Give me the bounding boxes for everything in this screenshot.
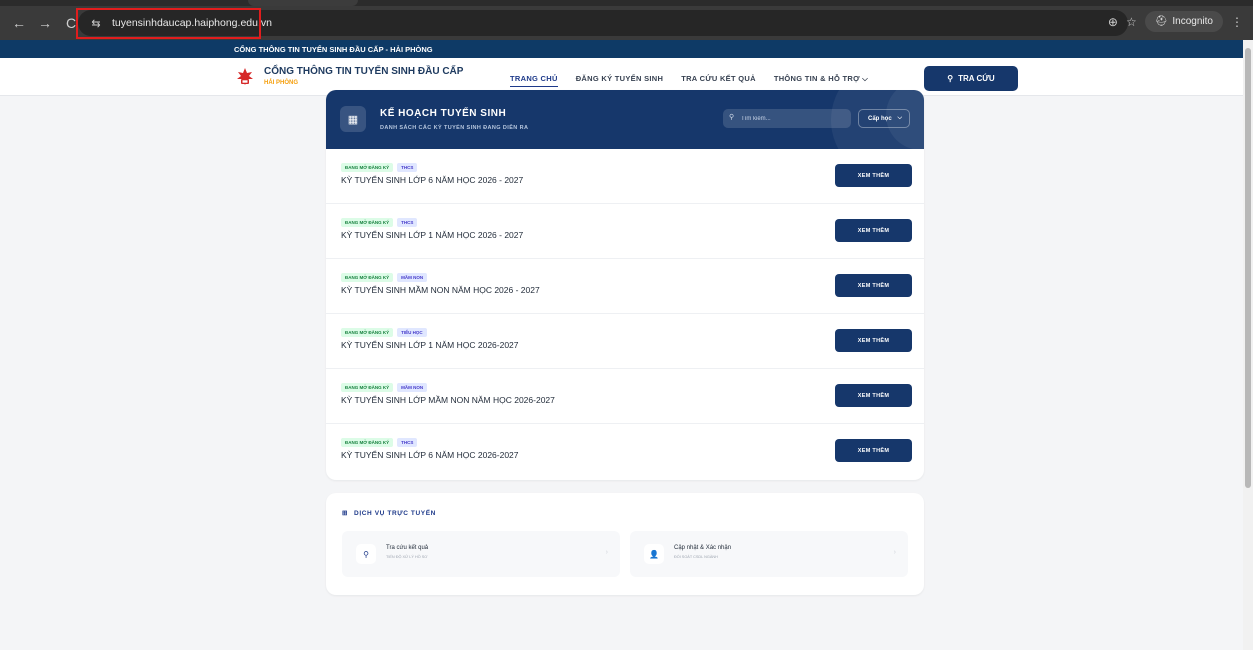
level-badge: THCS: [397, 163, 418, 172]
service-sublabel: TIẾN ĐỘ XỬ LÝ HỒ SƠ: [386, 555, 428, 559]
service-lookup-results[interactable]: ⚲ Tra cứu kết quả TIẾN ĐỘ XỬ LÝ HỒ SƠ ›: [342, 531, 620, 577]
nav-lookup-results[interactable]: TRA CỨU KẾT QUẢ: [681, 74, 756, 87]
main-nav: TRANG CHỦ ĐĂNG KÝ TUYỂN SINH TRA CỨU KẾT…: [510, 74, 868, 87]
services-heading: ⊞ DỊCH VỤ TRỰC TUYẾN: [342, 509, 436, 518]
top-strip-text: CỔNG THÔNG TIN TUYỂN SINH ĐẦU CẤP - HẢI …: [234, 44, 433, 54]
url-highlight-box: [76, 8, 261, 39]
admission-title: KỲ TUYỂN SINH LỚP MẦM NON NĂM HỌC 2026-2…: [341, 395, 555, 405]
browser-actions: ⊕ ☆ ⛑ Incognito ⋮: [1108, 11, 1243, 32]
list-item: ĐANG MỞ ĐĂNG KÝ MẦM NON KỲ TUYỂN SINH LỚP…: [326, 369, 924, 424]
level-select-value: Cấp học: [868, 115, 892, 122]
list-item: ĐANG MỞ ĐĂNG KÝ THCS KỲ TUYỂN SINH LỚP 6 …: [326, 424, 924, 479]
chevron-right-icon: ›: [605, 549, 608, 556]
status-badge: ĐANG MỞ ĐĂNG KÝ: [341, 218, 394, 227]
status-badge: ĐANG MỞ ĐĂNG KÝ: [341, 328, 394, 337]
level-badge: THCS: [397, 438, 418, 447]
status-badge: ĐANG MỞ ĐĂNG KÝ: [341, 383, 394, 392]
admission-title: KỲ TUYỂN SINH LỚP 6 NĂM HỌC 2026 - 2027: [341, 175, 524, 185]
user-add-icon: 👤: [644, 544, 664, 564]
service-label: Cập nhật & Xác nhận: [674, 545, 732, 551]
online-services-card: ⊞ DỊCH VỤ TRỰC TUYẾN ⚲ Tra cứu kết quả T…: [326, 493, 924, 595]
status-badge: ĐANG MỞ ĐĂNG KÝ: [341, 273, 394, 282]
browser-toolbar: ← → C ⇆ tuyensinhdaucap.haiphong.edu.vn …: [0, 6, 1253, 40]
level-badge: MẦM NON: [397, 273, 428, 282]
service-update-confirm[interactable]: 👤 Cập nhật & Xác nhận ĐỐI SOÁT CSDL NGÀN…: [630, 531, 908, 577]
brand-title[interactable]: CỔNG THÔNG TIN TUYỂN SINH ĐẦU CẤP: [264, 66, 463, 77]
chevron-down-icon: ⌵: [897, 115, 902, 121]
plan-subtitle: DANH SÁCH CÁC KỲ TUYỂN SINH ĐANG DIỄN RA: [380, 125, 529, 131]
plan-title: KẾ HOẠCH TUYỂN SINH: [380, 108, 507, 119]
scrollbar-thumb[interactable]: [1245, 48, 1251, 488]
incognito-badge[interactable]: ⛑ Incognito: [1144, 11, 1223, 32]
zoom-icon[interactable]: ⊕: [1108, 15, 1118, 29]
service-sublabel: ĐỐI SOÁT CSDL NGÀNH: [674, 555, 718, 559]
view-more-button[interactable]: XEM THÊM: [835, 439, 912, 462]
list-item: ĐANG MỞ ĐĂNG KÝ TIỂU HỌC KỲ TUYỂN SINH LỚ…: [326, 314, 924, 369]
admission-title: KỲ TUYỂN SINH MẦM NON NĂM HỌC 2026 - 202…: [341, 285, 540, 295]
grid-icon: ⊞: [342, 510, 349, 517]
nav-home[interactable]: TRANG CHỦ: [510, 74, 558, 87]
view-more-button[interactable]: XEM THÊM: [835, 329, 912, 352]
list-item: ĐANG MỞ ĐĂNG KÝ THCS KỲ TUYỂN SINH LỚP 6 …: [326, 149, 924, 204]
calendar-icon: ▦: [340, 106, 366, 132]
plan-search-input[interactable]: [723, 109, 851, 128]
admission-title: KỲ TUYỂN SINH LỚP 1 NĂM HỌC 2026-2027: [341, 340, 519, 350]
lookup-button-label: TRA CỨU: [958, 74, 995, 83]
plan-card-header: ▦ KẾ HOẠCH TUYỂN SINH DANH SÁCH CÁC KỲ T…: [326, 90, 924, 149]
level-badge: MẦM NON: [397, 383, 428, 392]
view-more-button[interactable]: XEM THÊM: [835, 384, 912, 407]
status-badge: ĐANG MỞ ĐĂNG KÝ: [341, 163, 394, 172]
forward-arrow-icon[interactable]: →: [32, 10, 58, 36]
chevron-right-icon: ›: [893, 549, 896, 556]
lookup-button[interactable]: ⚲ TRA CỨU: [924, 66, 1018, 91]
brand-subtitle: HẢI PHÒNG: [264, 80, 299, 86]
search-icon: ⚲: [729, 114, 735, 121]
incognito-icon: ⛑: [1154, 16, 1168, 27]
top-strip: CỔNG THÔNG TIN TUYỂN SINH ĐẦU CẤP - HẢI …: [0, 40, 1243, 58]
incognito-label: Incognito: [1172, 16, 1213, 27]
search-icon: ⚲: [947, 74, 954, 83]
page-scrollbar[interactable]: [1243, 40, 1253, 650]
level-badge: THCS: [397, 218, 418, 227]
view-more-button[interactable]: XEM THÊM: [835, 274, 912, 297]
level-select[interactable]: Cấp học ⌵: [858, 109, 910, 128]
nav-info-support[interactable]: THÔNG TIN & HỖ TRỢ ⌵: [774, 74, 868, 87]
admission-title: KỲ TUYỂN SINH LỚP 1 NĂM HỌC 2026 - 2027: [341, 230, 524, 240]
view-more-button[interactable]: XEM THÊM: [835, 219, 912, 242]
bookmark-star-icon[interactable]: ☆: [1126, 15, 1137, 29]
services-title: DỊCH VỤ TRỰC TUYẾN: [354, 509, 436, 517]
portal-logo-icon[interactable]: [234, 66, 256, 88]
level-badge: TIỂU HỌC: [397, 328, 427, 337]
admission-plan-card: ▦ KẾ HOẠCH TUYỂN SINH DANH SÁCH CÁC KỲ T…: [326, 90, 924, 480]
search-icon: ⚲: [356, 544, 376, 564]
view-more-button[interactable]: XEM THÊM: [835, 164, 912, 187]
list-item: ĐANG MỞ ĐĂNG KÝ MẦM NON KỲ TUYỂN SINH MẦM…: [326, 259, 924, 314]
browser-menu-icon[interactable]: ⋮: [1231, 15, 1243, 29]
service-label: Tra cứu kết quả: [386, 545, 429, 551]
back-arrow-icon[interactable]: ←: [6, 10, 32, 36]
admission-title: KỲ TUYỂN SINH LỚP 6 NĂM HỌC 2026-2027: [341, 450, 519, 460]
list-item: ĐANG MỞ ĐĂNG KÝ THCS KỲ TUYỂN SINH LỚP 1 …: [326, 204, 924, 259]
nav-register[interactable]: ĐĂNG KÝ TUYỂN SINH: [576, 74, 664, 87]
status-badge: ĐANG MỞ ĐĂNG KÝ: [341, 438, 394, 447]
